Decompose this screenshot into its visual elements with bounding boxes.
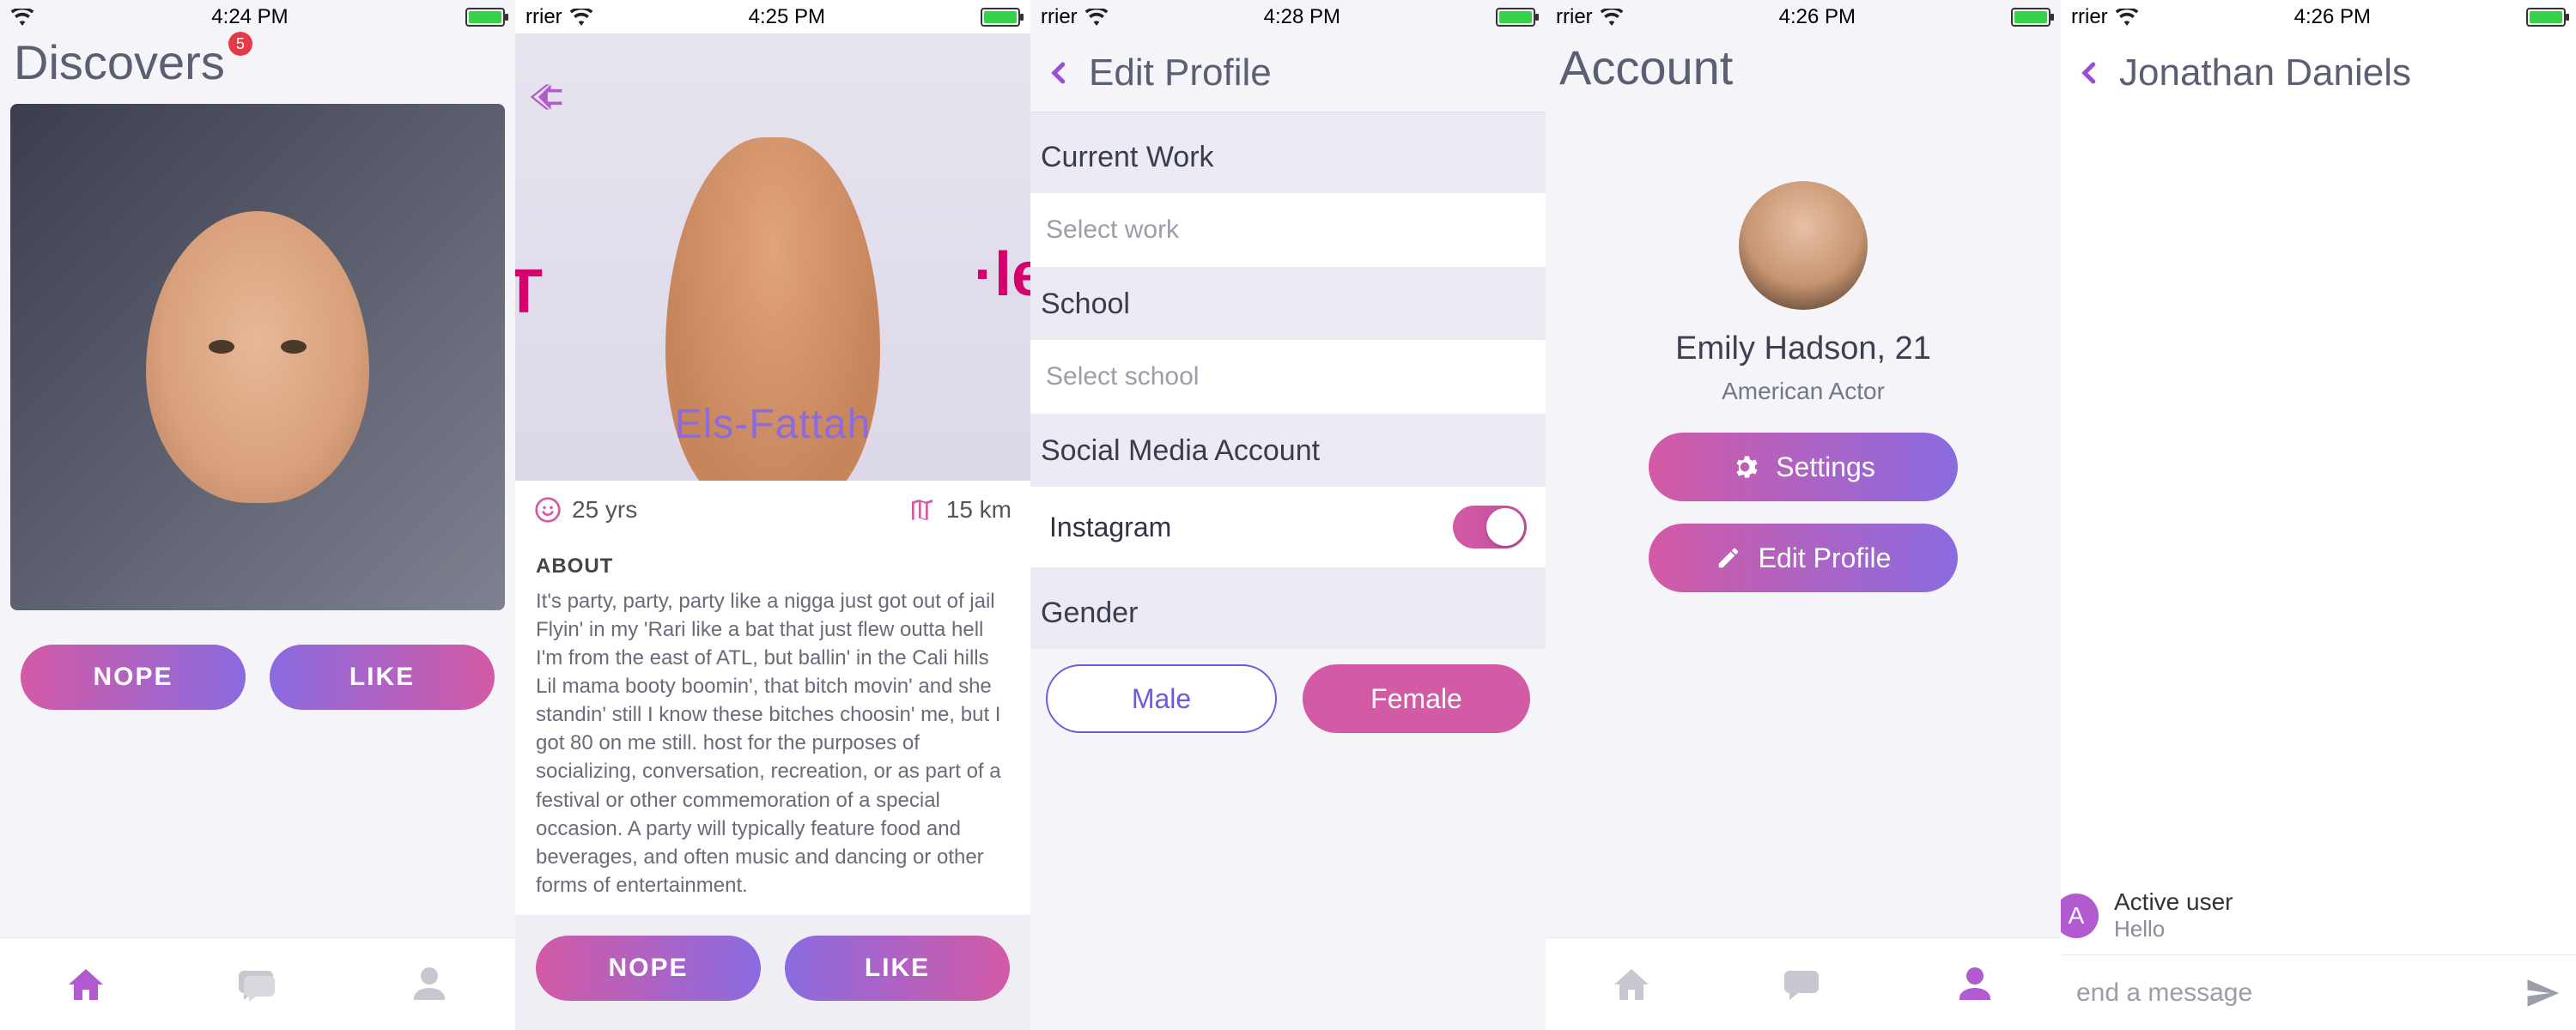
account-name: Emily Hadson, 21: [1675, 330, 1931, 367]
status-bar: rrier 4:26 PM: [2061, 0, 2576, 34]
battery-icon: [2526, 8, 2566, 27]
profile-photo: [10, 104, 505, 610]
instagram-label: Instagram: [1049, 512, 1171, 543]
like-button[interactable]: LIKE: [785, 936, 1010, 1001]
battery-icon: [2011, 8, 2050, 27]
back-button[interactable]: [1044, 58, 1075, 88]
wifi-icon: [2115, 9, 2139, 26]
header: Edit Profile: [1030, 34, 1546, 112]
screen-edit-profile: rrier 4:28 PM Edit Profile Current Work …: [1030, 0, 1546, 1030]
tab-chat[interactable]: [1779, 960, 1827, 1009]
sender-name: Active user: [2114, 888, 2233, 916]
send-button[interactable]: [2524, 975, 2561, 1011]
tab-profile[interactable]: [405, 960, 453, 1009]
distance-label: 15 km: [946, 496, 1012, 524]
chat-title: Jonathan Daniels: [2119, 52, 2411, 94]
like-button[interactable]: LIKE: [270, 645, 495, 710]
tab-home[interactable]: [1607, 960, 1656, 1009]
wifi-icon: [1600, 9, 1624, 26]
settings-button[interactable]: Settings: [1649, 433, 1958, 501]
status-time: 4:26 PM: [1779, 5, 1856, 29]
about-text: It's party, party, party like a nigga ju…: [536, 587, 1010, 900]
gender-female-button[interactable]: Female: [1303, 664, 1530, 733]
screen-account: rrier 4:26 PM Account Emily Hadson, 21 A…: [1546, 0, 2061, 1030]
battery-icon: [465, 8, 505, 27]
instagram-row: Instagram: [1030, 487, 1546, 567]
tab-chat[interactable]: [234, 960, 282, 1009]
send-icon: [2524, 975, 2561, 1011]
avatar[interactable]: [1739, 181, 1868, 310]
incoming-message: A Active user Hello: [2061, 876, 2576, 954]
tab-bar: [1546, 937, 2061, 1030]
screen-discover: 4:24 PM Discovers 5 NOPE LIKE: [0, 0, 515, 1030]
profile-card[interactable]: [10, 104, 505, 610]
section-school: School: [1030, 267, 1546, 340]
status-bar: rrier 4:25 PM: [515, 0, 1030, 33]
status-time: 4:26 PM: [2294, 5, 2371, 29]
status-bar: rrier 4:26 PM: [1546, 0, 2061, 34]
battery-icon: [1496, 8, 1535, 27]
tab-bar: [0, 937, 515, 1030]
page-title: Edit Profile: [1089, 52, 1272, 94]
wifi-icon: [569, 9, 593, 26]
profile-name: Els-Fattah: [515, 401, 1030, 448]
page-title: Account: [1552, 32, 1740, 94]
status-time: 4:24 PM: [211, 5, 288, 29]
message-input[interactable]: end a message: [2076, 978, 2524, 1008]
section-social: Social Media Account: [1030, 414, 1546, 487]
status-time: 4:28 PM: [1264, 5, 1340, 29]
nope-button[interactable]: NOPE: [21, 645, 246, 710]
battery-icon: [981, 8, 1020, 27]
avatar-badge: A: [2061, 894, 2099, 938]
work-select[interactable]: Select work: [1030, 193, 1546, 267]
notification-badge: 5: [228, 32, 252, 56]
hero-photo: T ·le Els-Fattah: [515, 33, 1030, 481]
gear-icon: [1731, 453, 1759, 481]
edit-profile-button[interactable]: Edit Profile: [1649, 524, 1958, 592]
screen-profile-detail: rrier 4:25 PM T ·le Els-Fattah 25 yrs 15…: [515, 0, 1030, 1030]
status-bar: rrier 4:28 PM: [1030, 0, 1546, 34]
age-label: 25 yrs: [572, 496, 637, 524]
smile-icon: [534, 496, 562, 524]
header: Jonathan Daniels: [2061, 34, 2576, 112]
pencil-icon: [1716, 545, 1741, 571]
about-heading: ABOUT: [536, 554, 1010, 579]
school-select[interactable]: Select school: [1030, 340, 1546, 414]
gender-male-button[interactable]: Male: [1046, 664, 1277, 733]
instagram-toggle[interactable]: [1453, 506, 1527, 548]
section-work: Current Work: [1030, 120, 1546, 193]
back-button[interactable]: [527, 78, 565, 116]
profile-stats: 25 yrs 15 km: [515, 481, 1030, 539]
tab-profile[interactable]: [1951, 960, 1999, 1009]
map-icon: [908, 496, 936, 524]
wifi-icon: [1084, 9, 1109, 26]
status-time: 4:25 PM: [749, 5, 825, 29]
page-title: Discovers 5: [7, 27, 232, 89]
screen-chat: rrier 4:26 PM Jonathan Daniels A Active …: [2061, 0, 2576, 1030]
back-button[interactable]: [2075, 58, 2105, 88]
tab-home[interactable]: [62, 960, 110, 1009]
section-gender: Gender: [1030, 576, 1546, 649]
nope-button[interactable]: NOPE: [536, 936, 761, 1001]
chat-input-bar: end a message: [2061, 954, 2576, 1030]
message-text: Hello: [2114, 916, 2233, 942]
wifi-icon: [10, 9, 34, 26]
account-subtitle: American Actor: [1722, 378, 1885, 405]
